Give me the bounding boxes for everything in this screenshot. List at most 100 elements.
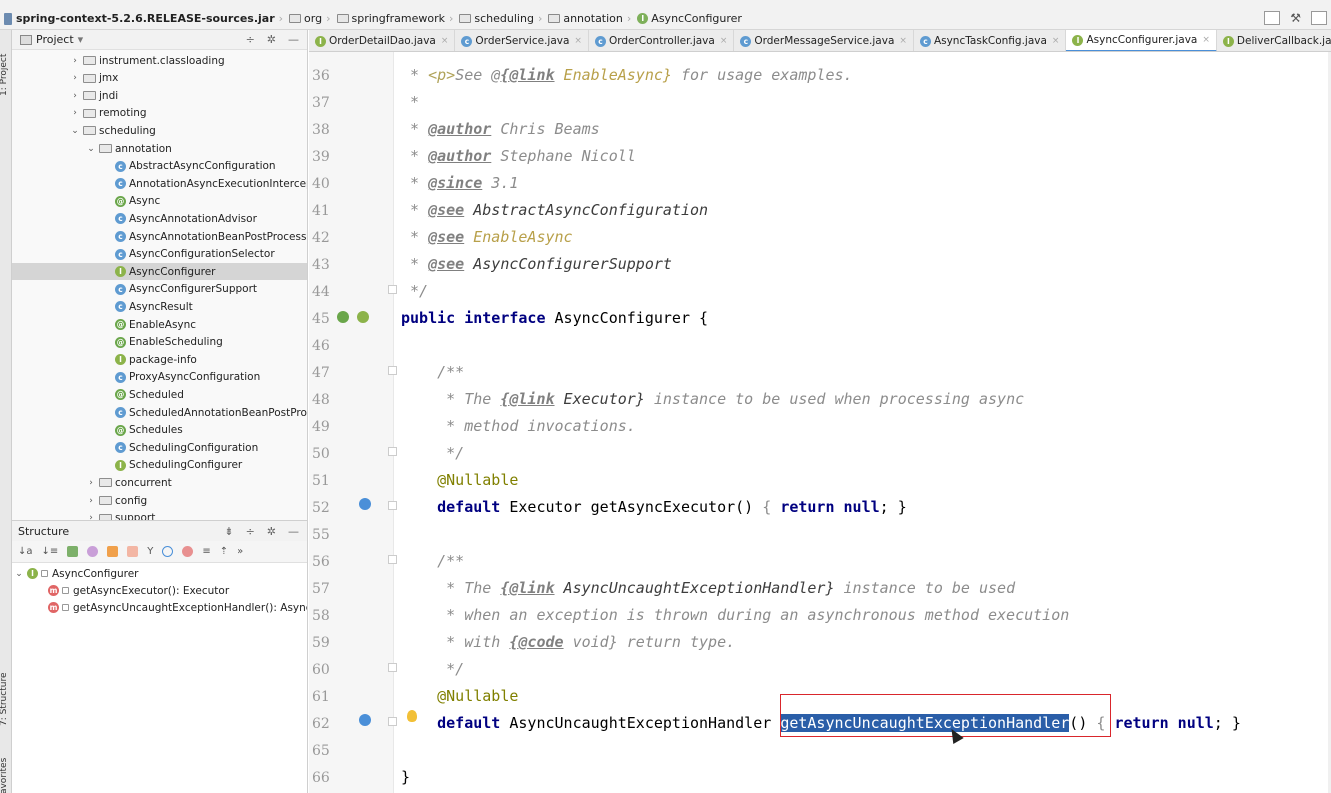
expand-all-icon[interactable]: ⇟ (224, 525, 233, 538)
close-icon[interactable]: × (899, 36, 907, 46)
run-config-icon[interactable] (1264, 11, 1281, 25)
tree-file[interactable]: c ProxyAsyncConfiguration (12, 369, 307, 386)
sort-visibility-icon[interactable]: ↓≡ (42, 546, 59, 557)
tree-file[interactable]: c AsyncResult (12, 298, 307, 315)
line-number: 65 (312, 743, 330, 759)
favorites-tool-tab[interactable]: 2: Favorites (0, 758, 9, 793)
fold-marker[interactable] (388, 366, 397, 375)
editor-tab[interactable]: IDeliverCallback.java× (1217, 30, 1331, 51)
fold-marker[interactable] (388, 285, 397, 294)
fold-marker[interactable] (388, 555, 397, 564)
chevron-right-icon[interactable]: › (86, 496, 96, 506)
non-public-icon[interactable] (127, 546, 139, 557)
gear-icon[interactable]: ✲ (267, 525, 276, 538)
chevron-right-icon[interactable]: › (86, 478, 96, 488)
tree-file[interactable]: c AnnotationAsyncExecutionInterceptor (12, 175, 307, 192)
properties-icon[interactable] (87, 546, 99, 557)
breadcrumb-org[interactable]: › org (275, 12, 322, 25)
close-icon[interactable]: × (720, 36, 728, 46)
tree-folder[interactable]: › jndi (12, 87, 307, 104)
close-icon[interactable]: × (1052, 36, 1060, 46)
chevron-right-icon[interactable]: › (70, 56, 80, 66)
collapse-all-icon[interactable]: ÷ (246, 525, 255, 538)
abstract-icon[interactable] (182, 546, 194, 557)
tree-file[interactable]: I SchedulingConfigurer (12, 457, 307, 474)
chevron-right-icon[interactable]: › (70, 91, 80, 101)
editor-tab[interactable]: c OrderController.java × (589, 30, 735, 51)
build-icon[interactable]: ⚒ (1290, 11, 1301, 25)
window-icon[interactable] (1311, 11, 1327, 25)
override-icon[interactable] (359, 498, 371, 510)
tree-file[interactable]: c AsyncAnnotationAdvisor (12, 210, 307, 227)
lightbulb-icon[interactable] (407, 710, 417, 722)
fold-marker[interactable] (388, 501, 397, 510)
collapse-all-icon[interactable]: ÷ (246, 33, 255, 46)
chevron-down-icon[interactable]: ⌄ (70, 126, 80, 136)
editor-tab[interactable]: c AsyncTaskConfig.java × (914, 30, 1067, 51)
tree-file[interactable]: @ Async (12, 193, 307, 210)
tree-folder[interactable]: › jmx (12, 70, 307, 87)
tree-file[interactable]: @ EnableScheduling (12, 334, 307, 351)
breadcrumb-springframework[interactable]: › springframework (322, 12, 445, 25)
chevron-right-icon[interactable]: › (70, 108, 80, 118)
breadcrumb-scheduling[interactable]: › scheduling (445, 12, 534, 25)
editor-tab[interactable]: I OrderDetailDao.java × (309, 30, 456, 51)
close-icon[interactable]: × (1202, 35, 1210, 45)
tree-file[interactable]: c AsyncConfigurationSelector (12, 246, 307, 263)
more-icon[interactable]: » (237, 546, 243, 557)
structure-member[interactable]: m getAsyncUncaughtExceptionHandler(): As… (48, 599, 307, 616)
chevron-right-icon[interactable]: › (70, 73, 80, 83)
tree-folder[interactable]: › config (12, 492, 307, 509)
chevron-right-icon[interactable]: › (86, 513, 96, 520)
tree-folder[interactable]: › remoting (12, 105, 307, 122)
tree-file[interactable]: c SchedulingConfiguration (12, 439, 307, 456)
tree-file[interactable]: @ Schedules (12, 422, 307, 439)
implemented-icon[interactable] (337, 311, 349, 323)
chevron-down-icon[interactable]: ⌄ (86, 144, 96, 154)
structure-member[interactable]: m getAsyncExecutor(): Executor (48, 582, 229, 599)
editor-tab[interactable]: c OrderMessageService.java × (734, 30, 914, 51)
tree-file[interactable]: @ Scheduled (12, 386, 307, 403)
hide-icon[interactable]: — (288, 33, 299, 46)
tree-folder[interactable]: › support (12, 510, 307, 520)
fold-marker[interactable] (388, 447, 397, 456)
override-icon[interactable] (359, 714, 371, 726)
fold-marker[interactable] (388, 717, 397, 726)
close-icon[interactable]: × (574, 36, 582, 46)
class-icon: c (594, 35, 606, 47)
fold-marker[interactable] (388, 663, 397, 672)
structure-tool-tab[interactable]: 7: Structure (0, 673, 9, 727)
menu-bar[interactable] (0, 0, 1331, 8)
editor-tab[interactable]: I AsyncConfigurer.java × (1066, 30, 1217, 51)
anonymous-icon[interactable] (162, 546, 174, 557)
breadcrumb-jar[interactable]: spring-context-5.2.6.RELEASE-sources.jar (4, 12, 275, 25)
tree-file[interactable]: cScheduledAnnotationBeanPostProcessor (12, 404, 307, 421)
fields-icon[interactable] (107, 546, 119, 557)
tree-folder[interactable]: › instrument.classloading (12, 52, 307, 69)
tree-folder[interactable]: ⌄ annotation (12, 140, 307, 157)
lambdas-icon[interactable]: Y (147, 546, 153, 557)
breadcrumb-annotation[interactable]: › annotation (534, 12, 623, 25)
structure-root[interactable]: ⌄ I AsyncConfigurer (14, 565, 138, 582)
tree-file[interactable]: @ EnableAsync (12, 316, 307, 333)
editor-tab[interactable]: c OrderService.java × (455, 30, 589, 51)
tree-file[interactable]: c AsyncConfigurerSupport (12, 281, 307, 298)
tree-file[interactable]: I AsyncConfigurer (12, 263, 307, 281)
project-panel-title[interactable]: Project (36, 33, 74, 46)
close-icon[interactable]: × (441, 36, 449, 46)
tree-file[interactable]: c AsyncAnnotationBeanPostProcessor (12, 228, 307, 245)
hide-icon[interactable]: — (288, 525, 299, 538)
tree-folder[interactable]: ⌄ scheduling (12, 122, 307, 139)
inherited-icon[interactable] (67, 546, 79, 557)
chevron-down-icon[interactable]: ▾ (78, 33, 84, 46)
breadcrumb-asyncconfigurer[interactable]: › I AsyncConfigurer (623, 12, 742, 25)
sort-alpha-icon[interactable]: ↓a (18, 546, 33, 557)
project-tool-tab[interactable]: 1: Project (0, 54, 9, 96)
tree-folder[interactable]: › concurrent (12, 474, 307, 491)
autoscroll-icon[interactable]: ⇡ (220, 546, 228, 557)
tree-file[interactable]: Ipackage-info (12, 351, 307, 368)
expand-icon[interactable]: ≡ (202, 546, 210, 557)
gear-icon[interactable]: ✲ (267, 33, 276, 46)
code-editor[interactable]: 36 37 38 39 40 41 42 43 44 45 46 47 48 49 50 51 52 55 56 57… (309, 52, 1331, 793)
tree-file[interactable]: c AbstractAsyncConfiguration (12, 158, 307, 175)
